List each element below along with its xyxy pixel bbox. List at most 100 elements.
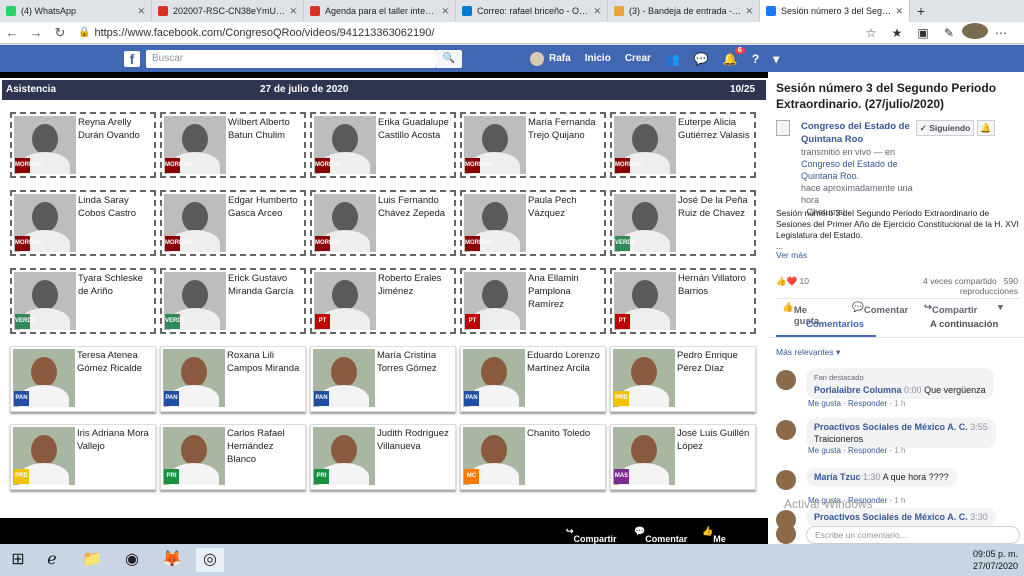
avatar (530, 51, 544, 66)
legislator-name: Eduardo Lorenzo Martínez Arcila (527, 350, 600, 374)
close-tab-icon[interactable]: ✕ (593, 6, 601, 17)
reaction-selector-icon[interactable]: ▾ (998, 302, 1003, 313)
comment-reply-link[interactable]: Responder (848, 446, 887, 455)
legislator-photo: MORENA (164, 194, 226, 252)
star-icon[interactable]: ☆ (858, 26, 884, 40)
ie-icon[interactable]: ℯ (38, 548, 66, 572)
legislator-name: María Cristina Torres Gómez (377, 350, 437, 374)
close-tab-icon[interactable]: ✕ (745, 6, 753, 17)
browser-tab[interactable]: Agenda para el taller intensivo · ✕ (304, 0, 456, 22)
chevron-down-icon[interactable]: ▾ (773, 52, 779, 66)
help-icon[interactable]: ? (752, 52, 759, 66)
live-page-link[interactable]: Congreso del Estado de Quintana Roo. (801, 159, 898, 181)
comment-timestamp[interactable]: 3:30 (970, 512, 988, 522)
party-logo-icon: PAN (464, 391, 479, 406)
collections-icon[interactable]: ▣ (910, 26, 936, 40)
comment-author[interactable]: Proactivos Sociales de México A. C. (814, 512, 968, 522)
bell-icon[interactable]: 🔔 (977, 120, 995, 136)
url-text[interactable]: https://www.facebook.com/CongresoQRoo/vi… (94, 27, 434, 39)
comment-author[interactable]: María Tzuc (814, 472, 861, 482)
close-tab-icon[interactable]: ✕ (137, 6, 145, 17)
see-more-link[interactable]: Ver más (776, 250, 807, 260)
more-icon[interactable]: ⋯ (988, 26, 1014, 40)
video-player[interactable]: Asistencia 27 de julio de 2020 10/25 MOR… (0, 72, 768, 554)
comment-input[interactable]: Escribe un comentario... (806, 526, 1020, 544)
legislator-name: Edgar Humberto Gasca Arceo (228, 195, 298, 219)
friends-icon[interactable]: 👥 (665, 52, 680, 66)
comment-author[interactable]: Proactivos Sociales de México A. C. (814, 422, 968, 432)
comment-button[interactable]: 💬 Comentar (852, 302, 908, 316)
file-explorer-icon[interactable]: 📁 (78, 548, 106, 572)
comment-author[interactable]: Porlalaibre Columna (814, 385, 902, 395)
facebook-logo[interactable]: f (124, 50, 140, 67)
page-name-link[interactable]: Congreso del Estado de Quintana Roo (801, 121, 910, 145)
legislator-card: MORENA Luis Fernando Chávez Zepeda (310, 190, 456, 256)
firefox-icon[interactable]: 🦊 (158, 548, 186, 572)
reaction-icons[interactable]: 👍❤️ 10 (776, 276, 809, 286)
party-logo-icon: MORENA (315, 236, 342, 251)
close-tab-icon[interactable]: ✕ (441, 6, 449, 17)
comment-age: 1 h (894, 446, 906, 455)
reload-icon[interactable]: ↻ (48, 25, 72, 41)
browser-actions: ☆ ★ ▣ ✎ ⋯ (858, 23, 1014, 42)
comment-timestamp[interactable]: 0:00 (904, 385, 922, 395)
comment-video-button[interactable]: 💬 Comentar (634, 526, 687, 544)
new-tab-button[interactable]: + (910, 0, 932, 22)
avatar[interactable] (776, 420, 796, 440)
share-button[interactable]: ↪ Compartir (924, 302, 977, 316)
share-video-button[interactable]: ↪ Compartir (566, 526, 617, 544)
comment-bubble: Fan destacado Porlalaibre Columna 0:00 Qu… (806, 368, 994, 399)
comment-like-link[interactable]: Me gusta (808, 446, 841, 455)
legislator-name: Iris Adriana Mora Vallejo (77, 428, 149, 452)
party-logo-icon: PT (315, 314, 330, 329)
legislator-card: MORENA Edgar Humberto Gasca Arceo (160, 190, 306, 256)
profile-link[interactable]: Rafa (530, 51, 571, 66)
comment-text: A que hora ???? (882, 472, 949, 482)
legislator-card: PAN Roxana Lili Campos Miranda (160, 346, 306, 412)
chrome-icon[interactable]: ◉ (118, 548, 146, 572)
comment-like-link[interactable]: Me gusta (808, 399, 841, 408)
notifications-icon[interactable]: 🔔 6 (723, 46, 745, 66)
browser-tab[interactable]: (3) - Bandeja de entrada - Zoho ✕ (608, 0, 760, 22)
sort-dropdown[interactable]: Más relevantes ▾ (776, 347, 840, 358)
tab-comments[interactable]: Comentarios (806, 319, 864, 330)
party-logo-icon: PRD (614, 391, 629, 406)
comment-text: Traicioneros (814, 434, 864, 444)
facebook-header: f Buscar 🔍 Rafa Inicio Crear 👥 💬 🔔 6 ? ▾ (0, 45, 1024, 72)
search-icon[interactable]: 🔍 (436, 49, 462, 68)
close-tab-icon[interactable]: ✕ (289, 6, 297, 17)
create-link[interactable]: Crear (625, 53, 651, 64)
avatar[interactable] (776, 370, 796, 390)
legislator-card: PT Ana Ellamin Pamplona Ramírez (460, 268, 606, 334)
like-video-button[interactable]: 👍 Me gusta (702, 526, 737, 554)
address-bar[interactable]: 🔒 https://www.facebook.com/CongresoQRoo/… (78, 24, 858, 42)
legislator-card: MORENA Wilbert Alberto Batun Chulim (160, 112, 306, 178)
avatar[interactable] (776, 470, 796, 490)
home-link[interactable]: Inicio (585, 53, 611, 64)
pen-icon[interactable]: ✎ (936, 26, 962, 40)
favorites-icon[interactable]: ★ (884, 26, 910, 40)
comment-timestamp[interactable]: 1:30 (863, 472, 881, 482)
browser-tab[interactable]: Correo: rafael briceño - Outlo ✕ (456, 0, 608, 22)
browser-tab[interactable]: 202007-RSC-CN38eYmUuT-01 ·✕ (152, 0, 304, 22)
close-tab-icon[interactable]: ✕ (895, 6, 903, 17)
comment-reply-link[interactable]: Responder (848, 399, 887, 408)
post-time[interactable]: hace aproximadamente una hora (801, 183, 913, 205)
browser-tab[interactable]: (4) WhatsApp ✕ (0, 0, 152, 22)
back-icon[interactable]: ← (0, 25, 24, 40)
page-avatar[interactable] (776, 120, 790, 136)
edge-icon[interactable]: ◎ (196, 548, 224, 572)
search-input[interactable]: Buscar (146, 49, 436, 68)
comment-timestamp[interactable]: 3:55 (970, 422, 988, 432)
windows-start-icon[interactable]: ⊞ (4, 548, 32, 572)
comment-bubble: María Tzuc 1:30 A que hora ???? (806, 468, 957, 486)
like-button[interactable]: 👍 Me gusta (782, 302, 819, 327)
forward-icon[interactable]: → (24, 25, 48, 40)
browser-tab[interactable]: Sesión número 3 del Segundo ✕ (760, 0, 910, 22)
party-logo-icon: PAN (164, 391, 179, 406)
tab-up-next[interactable]: A continuación (930, 319, 998, 330)
profile-icon[interactable] (962, 23, 988, 42)
system-clock[interactable]: 09:05 p. m. 27/07/2020 (973, 548, 1018, 572)
following-button[interactable]: ✓ Siguiendo (916, 120, 974, 136)
messenger-icon[interactable]: 💬 (694, 52, 709, 66)
